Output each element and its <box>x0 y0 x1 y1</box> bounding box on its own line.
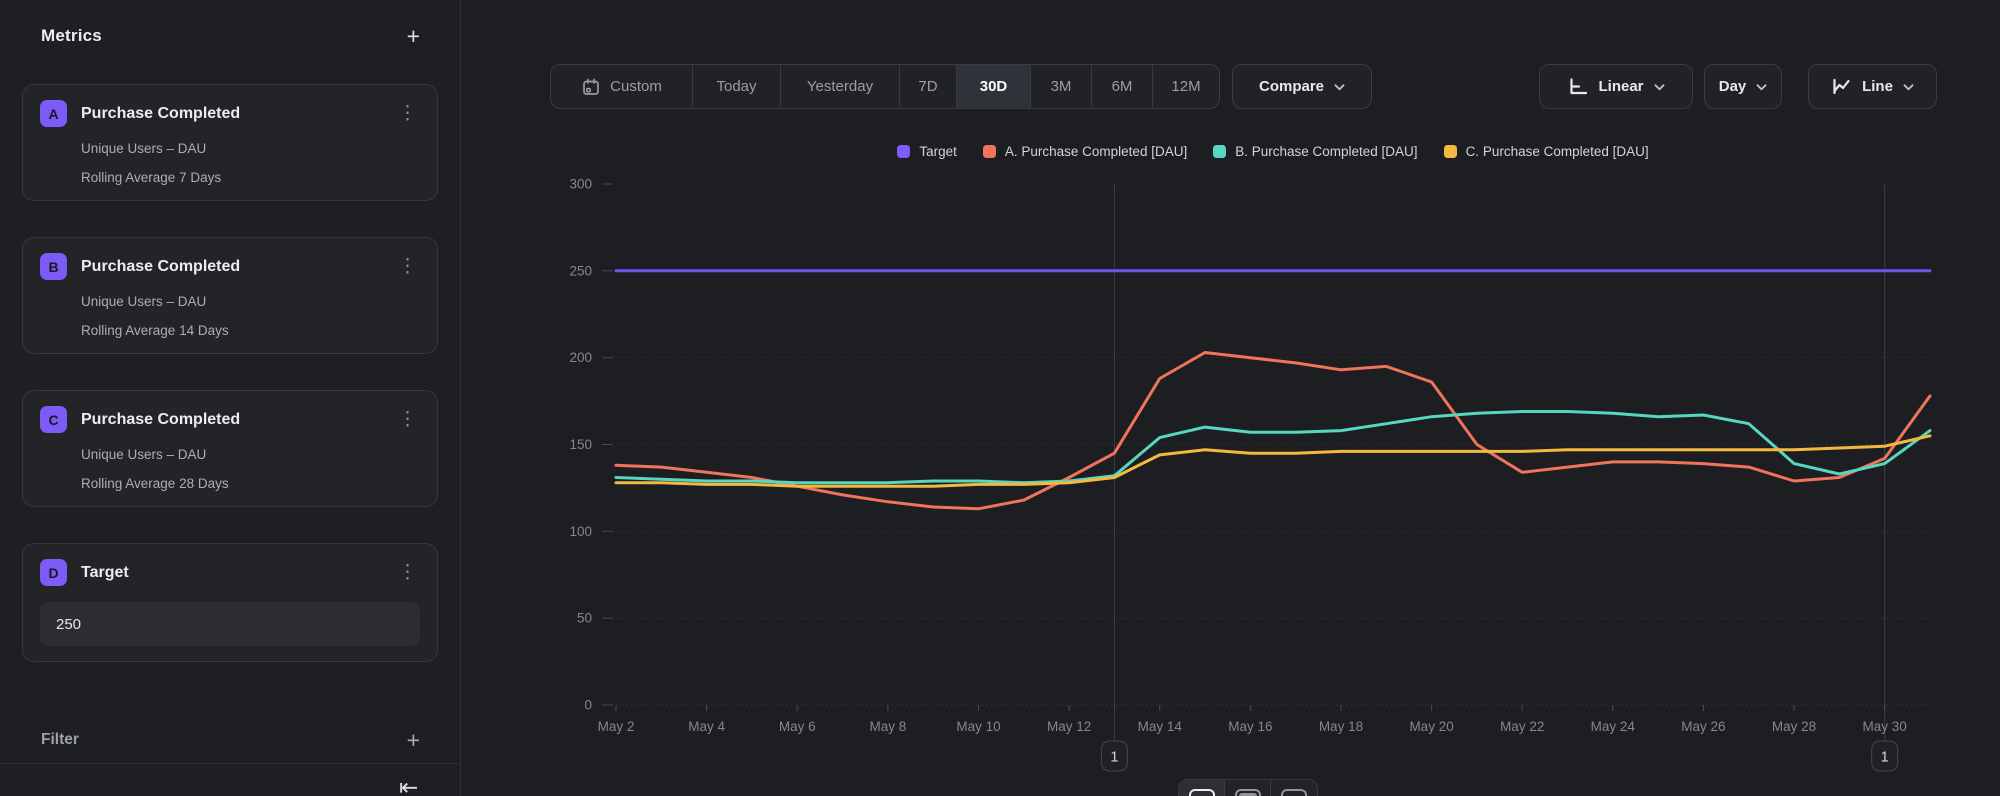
chart-view-icon <box>1189 789 1215 796</box>
target-title: Target <box>81 564 395 582</box>
target-card[interactable]: D Target ⋮ <box>22 543 438 662</box>
metric-card-b-header: B Purchase Completed ⋮ <box>40 253 420 280</box>
x-axis-label: May 16 <box>1228 719 1272 734</box>
x-axis-label: May 18 <box>1319 719 1363 734</box>
x-axis-label: May 4 <box>688 719 725 734</box>
annotation-badge-label: 1 <box>1110 750 1118 766</box>
filter-section: Filter + <box>41 729 420 751</box>
metric-measure: Unique Users – DAU <box>81 141 420 156</box>
metrics-sidebar: Metrics + A Purchase Completed ⋮ Unique … <box>0 0 461 796</box>
filter-label: Filter <box>41 731 79 749</box>
y-axis-label: 200 <box>569 350 592 365</box>
kebab-menu-icon[interactable]: ⋮ <box>395 411 420 429</box>
kebab-menu-icon[interactable]: ⋮ <box>395 564 420 582</box>
y-axis-label: 100 <box>569 524 592 539</box>
y-axis-label: 300 <box>569 177 592 192</box>
x-axis-label: May 12 <box>1047 719 1091 734</box>
series-B. Purchase Completed [DAU] <box>616 412 1930 483</box>
view-toggle-table[interactable] <box>1271 780 1317 796</box>
metric-title: Purchase Completed <box>81 411 395 429</box>
x-axis-label: May 22 <box>1500 719 1544 734</box>
metric-badge-a: A <box>40 100 67 127</box>
chart-view-toggle <box>1178 779 1318 796</box>
metric-card-b[interactable]: B Purchase Completed ⋮ Unique Users – DA… <box>22 237 438 354</box>
series-C. Purchase Completed [DAU] <box>616 436 1930 486</box>
metric-badge-d: D <box>40 559 67 586</box>
view-toggle-split[interactable] <box>1225 780 1271 796</box>
metric-rolling: Rolling Average 14 Days <box>81 323 420 338</box>
sidebar-divider <box>0 763 460 764</box>
x-axis-label: May 24 <box>1591 719 1636 734</box>
y-axis-label: 50 <box>577 611 592 626</box>
x-axis-label: May 20 <box>1409 719 1453 734</box>
kebab-menu-icon[interactable]: ⋮ <box>395 105 420 123</box>
x-axis-label: May 8 <box>869 719 906 734</box>
table-view-icon <box>1281 789 1307 796</box>
y-axis-label: 250 <box>569 263 592 278</box>
annotation-badge-label: 1 <box>1881 750 1889 766</box>
line-chart: 0 50 100 150 200 250 300 May 2 May 4 May 6 May 8 Ma… <box>460 0 2000 796</box>
metric-card-c-header: C Purchase Completed ⋮ <box>40 406 420 433</box>
y-axis-label: 150 <box>569 437 592 452</box>
x-axis-label: May 26 <box>1681 719 1725 734</box>
metric-card-a[interactable]: A Purchase Completed ⋮ Unique Users – DA… <box>22 84 438 201</box>
metric-title: Purchase Completed <box>81 258 395 276</box>
y-axis-label: 0 <box>584 698 592 713</box>
metric-rolling: Rolling Average 7 Days <box>81 170 420 185</box>
target-card-header: D Target ⋮ <box>40 559 420 586</box>
add-metric-icon[interactable]: + <box>407 26 420 46</box>
x-axis-label: May 28 <box>1772 719 1816 734</box>
sidebar-header: Metrics + <box>41 24 420 48</box>
metric-card-c[interactable]: C Purchase Completed ⋮ Unique Users – DA… <box>22 390 438 507</box>
add-filter-icon[interactable]: + <box>407 730 420 750</box>
x-axis-label: May 30 <box>1863 719 1907 734</box>
split-view-icon <box>1235 789 1261 796</box>
metric-rolling: Rolling Average 28 Days <box>81 476 420 491</box>
metric-title: Purchase Completed <box>81 105 395 123</box>
x-axis-label: May 6 <box>779 719 816 734</box>
metric-measure: Unique Users – DAU <box>81 447 420 462</box>
sidebar-title: Metrics <box>41 26 102 46</box>
kebab-menu-icon[interactable]: ⋮ <box>395 258 420 276</box>
metric-card-a-header: A Purchase Completed ⋮ <box>40 100 420 127</box>
target-value-input[interactable] <box>40 602 420 646</box>
metric-measure: Unique Users – DAU <box>81 294 420 309</box>
metric-badge-c: C <box>40 406 67 433</box>
x-axis-label: May 2 <box>598 719 635 734</box>
metric-badge-b: B <box>40 253 67 280</box>
view-toggle-chart[interactable] <box>1179 780 1225 796</box>
x-axis-label: May 14 <box>1138 719 1183 734</box>
collapse-sidebar-icon[interactable]: ⇤ <box>399 774 418 796</box>
x-axis-label: May 10 <box>956 719 1000 734</box>
